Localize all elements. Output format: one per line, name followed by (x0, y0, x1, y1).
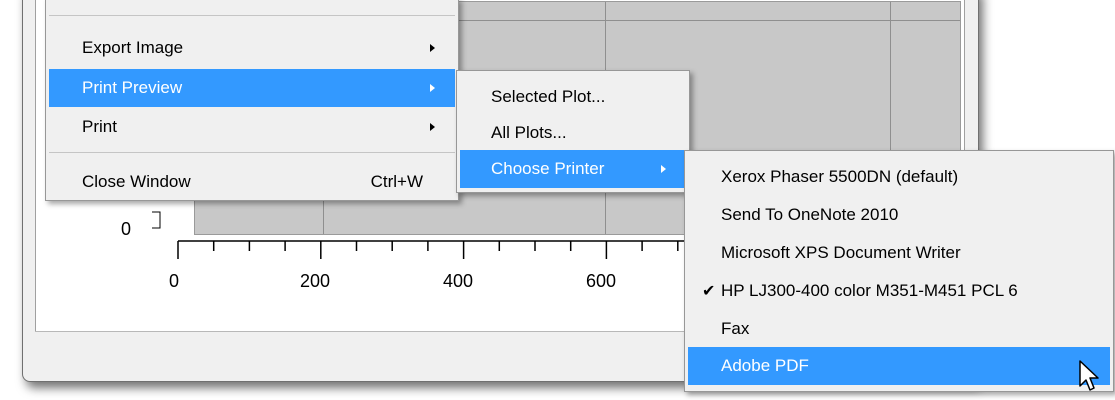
x-tick-label: 0 (169, 271, 180, 291)
menu-item-export-image[interactable]: Export Image (49, 29, 455, 67)
submenu-arrow-icon (430, 44, 435, 52)
shortcut-label: Ctrl+W (370, 172, 423, 191)
menu-item-label: Selected Plot... (491, 87, 606, 106)
menu-item-label: Send To OneNote 2010 (721, 205, 899, 224)
submenu-arrow-icon (430, 84, 435, 92)
menu-item-label: HP LJ300-400 color M351-M451 PCL 6 (721, 281, 1018, 300)
submenu-arrow-icon (430, 123, 435, 131)
x-tick-label: 600 (586, 271, 617, 291)
printer-item[interactable]: Xerox Phaser 5500DN (default) (688, 158, 1110, 196)
menu-item-label: Close Window (82, 172, 191, 191)
choose-printer-submenu: Xerox Phaser 5500DN (default) Send To On… (684, 150, 1114, 392)
menu-item-label: Print Preview (82, 78, 183, 97)
menu-item-label: All Plots... (491, 123, 567, 142)
menu-item-label: Export Image (82, 38, 184, 57)
submenu-arrow-icon (661, 165, 666, 173)
x-tick-label: 400 (443, 271, 474, 291)
printer-item[interactable]: Microsoft XPS Document Writer (688, 234, 1110, 272)
x-tick-label: 200 (300, 271, 331, 291)
menu-item-label: Xerox Phaser 5500DN (default) (721, 167, 959, 186)
menu-separator (49, 15, 455, 16)
printer-item-adobe-pdf[interactable]: Adobe PDF (688, 347, 1110, 385)
menu-separator (49, 152, 455, 153)
menu-item-label: Print (82, 117, 117, 136)
menu-item-selected-plot[interactable]: Selected Plot... (460, 78, 686, 116)
menu-item-label: Choose Printer (491, 159, 605, 178)
menu-item-choose-printer[interactable]: Choose Printer (460, 150, 686, 188)
context-menu: Export Image Print Preview Print Close W… (45, 0, 459, 201)
printer-item[interactable]: Fax (688, 310, 1110, 348)
checkmark-icon: ✔ (702, 283, 716, 300)
y-tick-label: 0 (121, 219, 132, 239)
printer-item-checked[interactable]: ✔ HP LJ300-400 color M351-M451 PCL 6 (688, 272, 1110, 310)
menu-item-all-plots[interactable]: All Plots... (460, 114, 686, 152)
y-axis (152, 211, 161, 229)
menu-item-print[interactable]: Print (49, 108, 455, 146)
menu-item-label: Microsoft XPS Document Writer (721, 243, 961, 262)
menu-item-label: Fax (721, 319, 750, 338)
menu-item-label: Adobe PDF (721, 356, 809, 375)
print-preview-submenu: Selected Plot... All Plots... Choose Pri… (456, 70, 690, 193)
printer-item[interactable]: Send To OneNote 2010 (688, 196, 1110, 234)
menu-item-close-window[interactable]: Close Window Ctrl+W (49, 163, 455, 201)
menu-item-print-preview[interactable]: Print Preview (49, 69, 455, 107)
mouse-cursor-icon (1079, 360, 1099, 391)
